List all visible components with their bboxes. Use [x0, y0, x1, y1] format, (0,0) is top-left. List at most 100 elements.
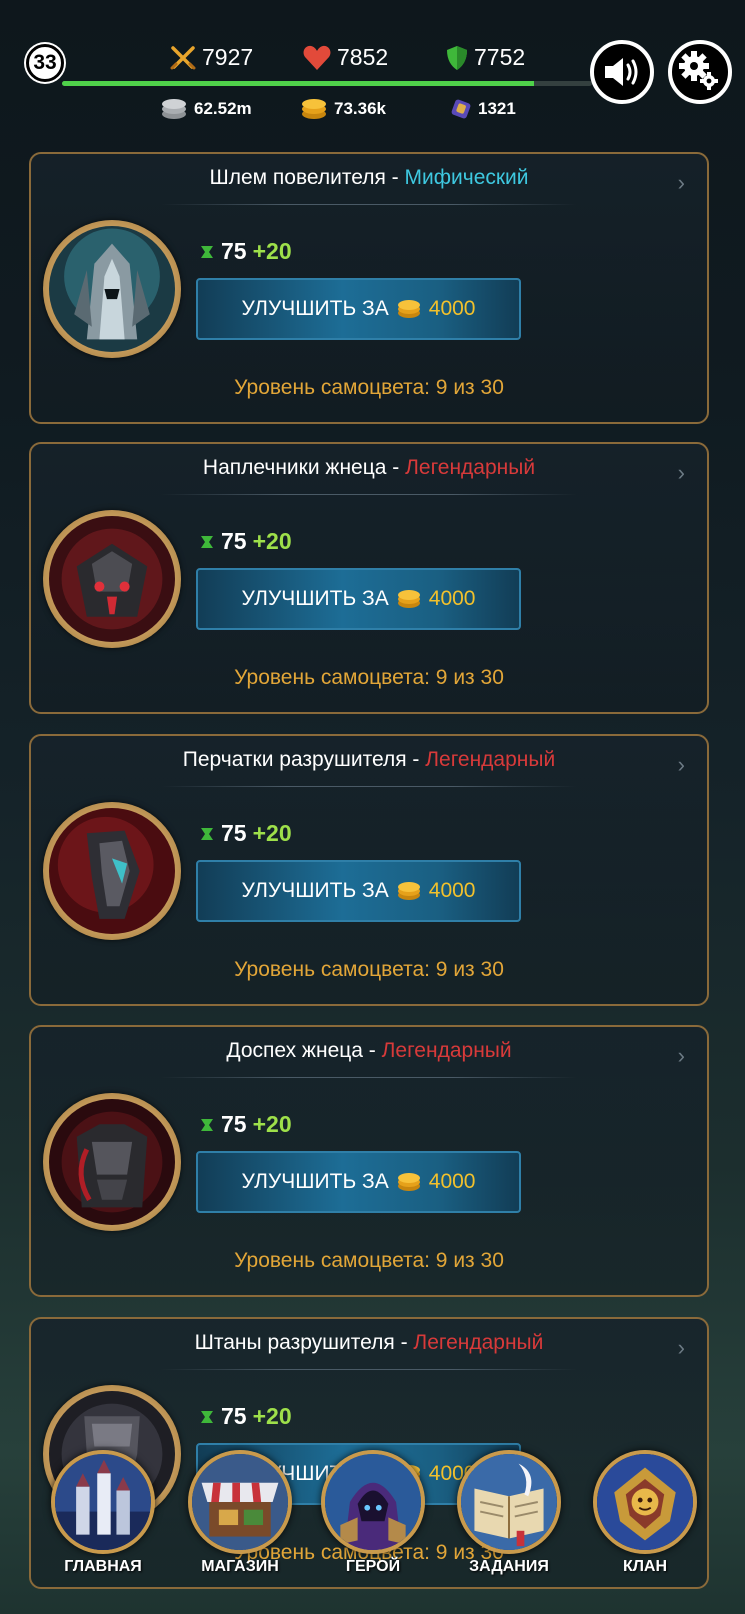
- clan-emblem-icon: [593, 1450, 697, 1554]
- item-power: 75 +20: [199, 1403, 292, 1430]
- chevron-right-icon[interactable]: ›: [678, 170, 685, 196]
- attack-value: 7927: [202, 44, 254, 70]
- gear-icon: [679, 51, 718, 90]
- gauntlet-icon: [49, 808, 175, 934]
- title-divider: [161, 1369, 577, 1370]
- item-rarity: Легендарный: [381, 1039, 512, 1062]
- xp-progress-fill: [62, 81, 534, 86]
- chest-armor-icon: [49, 1099, 175, 1225]
- defense-value: 7752: [474, 44, 526, 70]
- item-title: Доспех жнеца - Легендарный: [226, 1039, 512, 1062]
- power-bonus: +20: [252, 238, 292, 264]
- upgrade-price: 4000: [428, 587, 476, 610]
- settings-button[interactable]: [668, 40, 732, 104]
- power-icon: [201, 827, 213, 840]
- item-name: Перчатки разрушителя: [182, 748, 407, 771]
- attack-stat: 7927: [170, 44, 253, 71]
- nav-label: ЗАДАНИЯ: [469, 1558, 549, 1575]
- item-card-shoulders[interactable]: Наплечники жнеца - Легендарный › 75 +20 У…: [29, 442, 709, 714]
- gold-stat: 73.36k: [300, 98, 386, 120]
- title-divider: [161, 1077, 577, 1078]
- upgrade-button[interactable]: УЛУЧШИТЬ ЗА 4000: [196, 1151, 521, 1213]
- upgrade-label: УЛУЧШИТЬ ЗА: [241, 1170, 389, 1193]
- item-title: Шлем повелителя - Мифический: [209, 166, 529, 189]
- nav-hero[interactable]: ГЕРОЙ: [318, 1450, 428, 1576]
- top-status-bar: 33 7927 7852 7752 62.52m 73.36k 1321: [0, 0, 745, 135]
- gem-level-text: Уровень самоцвета: 9 из 30: [234, 958, 504, 981]
- item-title: Перчатки разрушителя - Легендарный: [182, 748, 556, 771]
- shop-icon: [188, 1450, 292, 1554]
- xp-progress-bar: [62, 81, 592, 86]
- silver-coins-icon: [162, 99, 186, 119]
- gem-level-text: Уровень самоцвета: 9 из 30: [234, 376, 504, 399]
- health-value: 7852: [337, 44, 389, 70]
- item-rarity: Легендарный: [405, 456, 536, 479]
- title-divider: [161, 494, 577, 495]
- power-value: 75: [221, 1111, 247, 1137]
- helmet-icon: [49, 226, 175, 352]
- item-card-armor[interactable]: Доспех жнеца - Легендарный › 75 +20 УЛУЧШ…: [29, 1025, 709, 1297]
- upgrade-button[interactable]: УЛУЧШИТЬ ЗА 4000: [196, 860, 521, 922]
- item-portrait-gloves[interactable]: [43, 802, 181, 940]
- nav-label: МАГАЗИН: [201, 1558, 279, 1575]
- upgrade-price: 4000: [428, 879, 476, 902]
- item-power: 75 +20: [199, 820, 292, 847]
- gem-level-text: Уровень самоцвета: 9 из 30: [234, 666, 504, 689]
- power-value: 75: [221, 1403, 247, 1429]
- speaker-icon: [605, 58, 638, 86]
- item-power: 75 +20: [199, 528, 292, 555]
- player-level-badge[interactable]: 33: [26, 44, 64, 82]
- chevron-right-icon[interactable]: ›: [678, 460, 685, 486]
- shield-icon: [447, 45, 467, 70]
- item-portrait-helmet[interactable]: [43, 220, 181, 358]
- upgrade-button[interactable]: УЛУЧШИТЬ ЗА 4000: [196, 568, 521, 630]
- health-stat: 7852: [303, 44, 388, 71]
- power-icon: [201, 1410, 213, 1423]
- nav-main[interactable]: ГЛАВНАЯ: [48, 1450, 158, 1576]
- nav-shop[interactable]: МАГАЗИН: [185, 1450, 295, 1576]
- chevron-right-icon[interactable]: ›: [678, 1043, 685, 1069]
- chevron-right-icon[interactable]: ›: [678, 752, 685, 778]
- power-icon: [201, 245, 213, 258]
- castle-icon: [51, 1450, 155, 1554]
- item-power: 75 +20: [199, 1111, 292, 1138]
- item-card-gloves[interactable]: Перчатки разрушителя - Легендарный › 75 +…: [29, 734, 709, 1006]
- chevron-right-icon[interactable]: ›: [678, 1335, 685, 1361]
- item-rarity: Мифический: [404, 166, 529, 189]
- quest-book-icon: [457, 1450, 561, 1554]
- nav-quests[interactable]: ЗАДАНИЯ: [454, 1450, 564, 1576]
- gold-coins-icon: [302, 99, 326, 119]
- upgrade-label: УЛУЧШИТЬ ЗА: [241, 587, 389, 610]
- title-divider: [161, 204, 577, 205]
- gold-coins-icon: [397, 300, 420, 318]
- item-title: Наплечники жнеца - Легендарный: [202, 456, 536, 479]
- power-bonus: +20: [252, 1403, 292, 1429]
- item-portrait-shoulders[interactable]: [43, 510, 181, 648]
- gold-coins-icon: [397, 590, 420, 608]
- upgrade-label: УЛУЧШИТЬ ЗА: [241, 297, 389, 320]
- gold-coins-icon: [397, 1173, 420, 1191]
- nav-label: ГЕРОЙ: [345, 1558, 401, 1575]
- heart-icon: [303, 45, 331, 70]
- gem-icon: [451, 99, 471, 119]
- gold-value: 73.36k: [334, 99, 386, 118]
- upgrade-price: 4000: [428, 1170, 476, 1193]
- shoulder-armor-icon: [49, 516, 175, 642]
- item-title: Штаны разрушителя - Легендарный: [194, 1331, 544, 1354]
- hero-icon: [321, 1450, 425, 1554]
- upgrade-button[interactable]: УЛУЧШИТЬ ЗА 4000: [196, 278, 521, 340]
- power-icon: [201, 535, 213, 548]
- bottom-navigation: ГЛАВНАЯ МАГАЗИН ГЕРОЙ ЗАДАНИЯ КЛАН: [0, 1430, 745, 1614]
- gold-coins-icon: [397, 882, 420, 900]
- crossed-swords-icon: [170, 45, 196, 69]
- power-value: 75: [221, 820, 247, 846]
- nav-clan[interactable]: КЛАН: [590, 1450, 700, 1576]
- upgrade-price: 4000: [428, 297, 476, 320]
- item-power: 75 +20: [199, 238, 292, 265]
- item-portrait-armor[interactable]: [43, 1093, 181, 1231]
- power-bonus: +20: [252, 528, 292, 554]
- item-card-helmet[interactable]: Шлем повелителя - Мифический › 75 +20 УЛУ…: [29, 152, 709, 424]
- silver-stat: 62.52m: [160, 98, 252, 120]
- gems-value: 1321: [478, 99, 516, 118]
- sound-toggle-button[interactable]: [590, 40, 654, 104]
